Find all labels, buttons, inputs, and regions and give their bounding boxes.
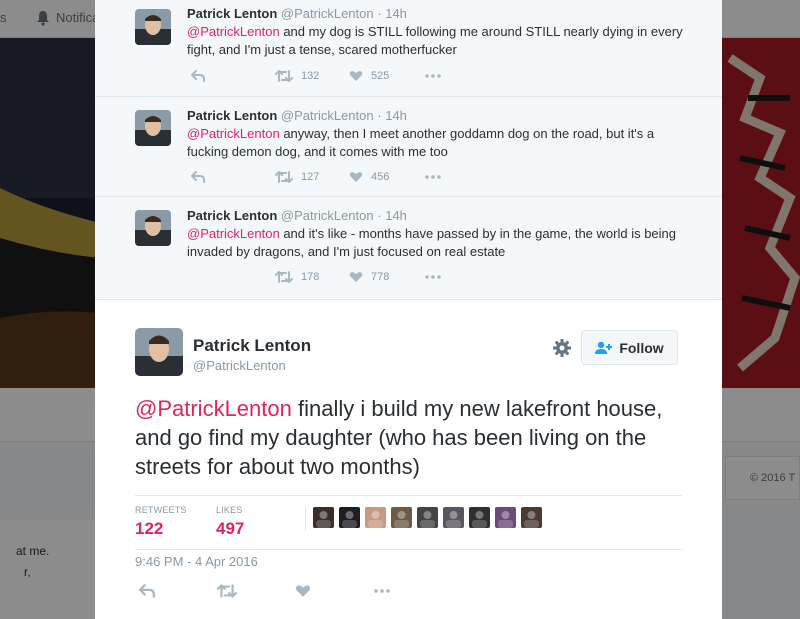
retweet-count: 178: [301, 271, 320, 283]
reply-icon: [191, 171, 205, 183]
tweet-actions: 127 456: [187, 169, 587, 185]
reply-icon: [191, 70, 205, 82]
more-button[interactable]: [425, 169, 441, 185]
retweets-label: RETWEETS: [135, 505, 187, 515]
tweet-text: @PatrickLenton and my dog is STILL follo…: [187, 23, 687, 59]
like-button[interactable]: 778: [349, 269, 389, 285]
tweet-text: @PatrickLenton anyway, then I meet anoth…: [187, 125, 687, 161]
reply-icon: [139, 584, 155, 598]
liker-avatar[interactable]: [391, 507, 412, 528]
retweet-button[interactable]: 132: [275, 68, 319, 84]
follow-label: Follow: [619, 339, 664, 356]
follow-person-icon: [595, 341, 613, 354]
likes-stat[interactable]: LIKES 497: [216, 505, 244, 539]
likes-label: LIKES: [216, 505, 243, 515]
more-icon: [425, 275, 441, 279]
author-name[interactable]: Patrick Lenton: [187, 108, 277, 123]
avatar[interactable]: [135, 110, 171, 146]
liker-avatars: [305, 507, 547, 531]
liker-avatar[interactable]: [521, 507, 542, 528]
conversation-ancestors: Patrick Lenton @PatrickLenton · 14h @Pat…: [95, 0, 722, 300]
tweet-time[interactable]: 14h: [385, 6, 407, 21]
liker-avatar[interactable]: [365, 507, 386, 528]
tweet-header: Patrick Lenton @PatrickLenton · 14h: [187, 208, 407, 223]
retweet-button[interactable]: 127: [275, 169, 319, 185]
tweet-timestamp[interactable]: 9:46 PM - 4 Apr 2016: [135, 554, 258, 569]
author-name[interactable]: Patrick Lenton: [187, 6, 277, 21]
tweet-text: @PatrickLenton finally i build my new la…: [135, 394, 695, 481]
liker-avatar[interactable]: [313, 507, 334, 528]
mention-link[interactable]: @PatrickLenton: [187, 226, 280, 241]
avatar[interactable]: [135, 210, 171, 246]
liker-avatar[interactable]: [495, 507, 516, 528]
avatar[interactable]: [135, 328, 183, 376]
ancestor-tweet[interactable]: Patrick Lenton @PatrickLenton · 14h @Pat…: [95, 0, 722, 97]
author-handle[interactable]: @PatrickLenton: [281, 108, 374, 123]
retweet-icon: [275, 70, 293, 82]
avatar[interactable]: [135, 9, 171, 45]
author-name[interactable]: Patrick Lenton: [187, 208, 277, 223]
heart-icon: [295, 585, 311, 597]
like-button[interactable]: 456: [349, 169, 389, 185]
mention-link[interactable]: @PatrickLenton: [187, 126, 280, 141]
author-handle[interactable]: @PatrickLenton: [281, 6, 374, 21]
reply-button[interactable]: [139, 583, 155, 599]
more-icon: [425, 74, 441, 78]
heart-icon: [349, 71, 363, 81]
retweets-stat[interactable]: RETWEETS 122: [135, 505, 187, 539]
more-button[interactable]: [373, 583, 391, 599]
retweets-value: 122: [135, 519, 164, 538]
like-button[interactable]: [295, 583, 311, 599]
retweet-icon: [275, 171, 293, 183]
tweet-actions: [135, 583, 535, 603]
tweet-header: Patrick Lenton @PatrickLenton · 14h: [187, 108, 407, 123]
tweet-modal: Patrick Lenton @PatrickLenton · 14h @Pat…: [95, 0, 722, 619]
author-name[interactable]: Patrick Lenton: [193, 336, 311, 356]
like-button[interactable]: 525: [349, 68, 389, 84]
reply-button[interactable]: [191, 68, 205, 84]
mention-link[interactable]: @PatrickLenton: [187, 24, 280, 39]
ancestor-tweet[interactable]: Patrick Lenton @PatrickLenton · 14h @Pat…: [95, 197, 722, 297]
heart-icon: [349, 172, 363, 182]
likes-value: 497: [216, 519, 245, 538]
liker-avatar[interactable]: [417, 507, 438, 528]
reply-button[interactable]: [191, 169, 205, 185]
like-count: 456: [371, 171, 390, 183]
ancestor-tweet[interactable]: Patrick Lenton @PatrickLenton · 14h @Pat…: [95, 97, 722, 197]
follow-button[interactable]: Follow: [581, 330, 678, 365]
like-count: 778: [371, 271, 390, 283]
tweet-stats: RETWEETS 122 LIKES 497: [135, 495, 682, 550]
retweet-button[interactable]: 178: [275, 269, 319, 285]
author-handle[interactable]: @PatrickLenton: [193, 358, 286, 373]
more-button[interactable]: [425, 68, 441, 84]
mention-link[interactable]: @PatrickLenton: [135, 396, 292, 421]
retweet-count: 127: [301, 171, 320, 183]
author-handle[interactable]: @PatrickLenton: [281, 208, 374, 223]
tweet-actions: 178 778: [187, 269, 587, 285]
more-icon: [374, 589, 390, 593]
retweet-button[interactable]: [217, 583, 237, 599]
heart-icon: [349, 272, 363, 282]
tweet-text: @PatrickLenton and it's like - months ha…: [187, 225, 687, 261]
tweet-header: Patrick Lenton @PatrickLenton · 14h: [187, 6, 407, 21]
more-button[interactable]: [425, 269, 441, 285]
retweet-icon: [275, 271, 293, 283]
tweet-actions: 132 525: [187, 68, 587, 84]
tweet-time[interactable]: 14h: [385, 208, 407, 223]
gear-icon[interactable]: [552, 338, 572, 358]
tweet-time[interactable]: 14h: [385, 108, 407, 123]
retweet-count: 132: [301, 70, 320, 82]
retweet-icon: [217, 584, 237, 598]
like-count: 525: [371, 70, 390, 82]
liker-avatar[interactable]: [339, 507, 360, 528]
more-icon: [425, 175, 441, 179]
liker-avatar[interactable]: [469, 507, 490, 528]
permalink-tweet: Patrick Lenton @PatrickLenton Follow @Pa…: [95, 300, 722, 619]
liker-avatar[interactable]: [443, 507, 464, 528]
